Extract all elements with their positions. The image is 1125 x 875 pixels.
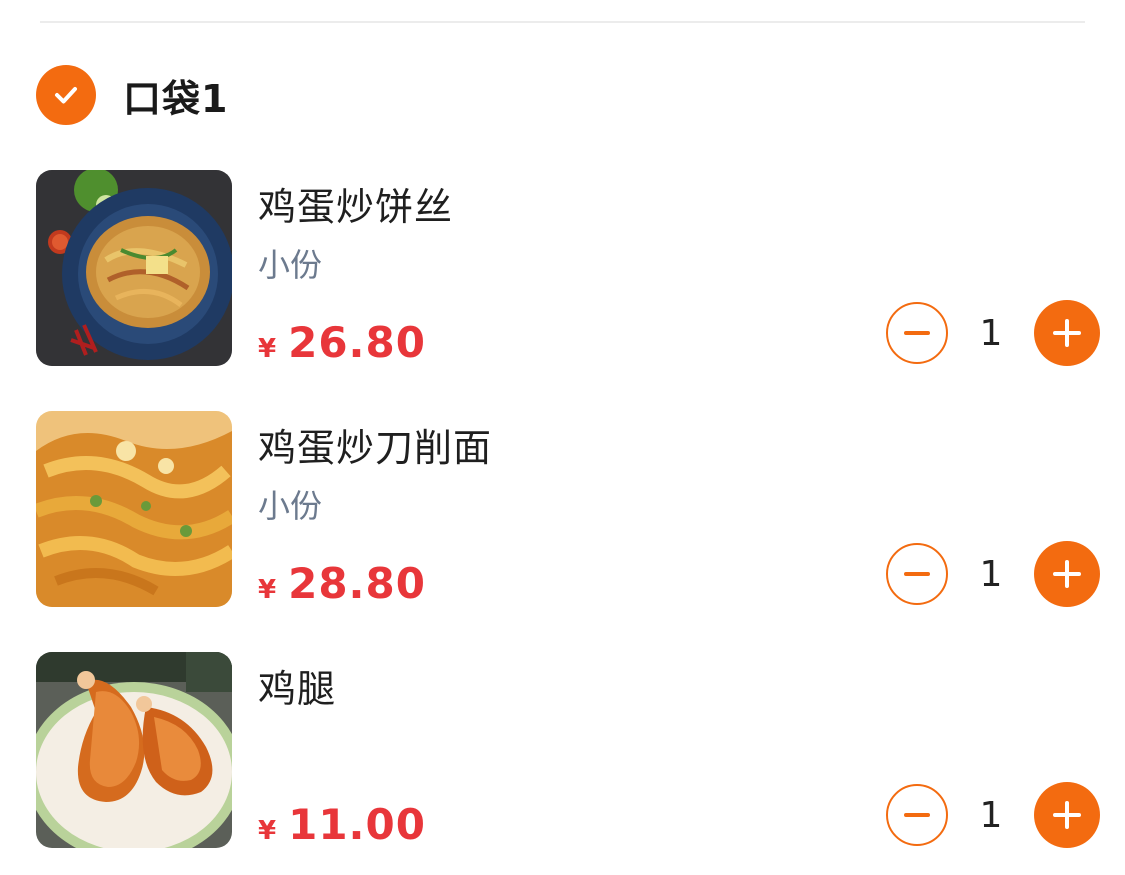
currency-symbol: ¥: [258, 334, 277, 364]
minus-icon: [904, 572, 930, 576]
price-amount: 26.80: [288, 318, 426, 367]
check-icon: [55, 87, 77, 104]
decrease-button[interactable]: [886, 543, 948, 605]
currency-symbol: ¥: [258, 575, 277, 605]
decrease-button[interactable]: [886, 302, 948, 364]
quantity-value: 1: [979, 794, 1003, 836]
bag-header: 口袋1: [36, 65, 228, 125]
cart-page: 口袋1 鸡蛋炒饼丝 小份 ¥ 26.80 1 鸡蛋炒刀削面 小份 ¥ 28.80…: [0, 0, 1125, 875]
cart-item: 鸡腿 ¥ 11.00 1: [36, 652, 1100, 849]
plus-icon: [1053, 560, 1081, 588]
item-price: ¥ 26.80: [258, 318, 426, 367]
quantity-stepper: 1: [886, 541, 1100, 607]
plus-icon: [1053, 801, 1081, 829]
minus-icon: [904, 813, 930, 817]
plus-icon: [1053, 319, 1081, 347]
price-amount: 28.80: [288, 559, 426, 608]
item-name: 鸡蛋炒饼丝: [258, 185, 454, 229]
item-image: [36, 411, 232, 607]
quantity-value: 1: [979, 312, 1003, 354]
price-amount: 11.00: [288, 800, 426, 849]
quantity-stepper: 1: [886, 782, 1100, 848]
minus-icon: [904, 331, 930, 335]
currency-symbol: ¥: [258, 816, 277, 846]
quantity-value: 1: [979, 553, 1003, 595]
item-spec: 小份: [258, 487, 323, 525]
increase-button[interactable]: [1034, 300, 1100, 366]
item-image: [36, 652, 232, 848]
item-image: [36, 170, 232, 366]
top-divider: [40, 21, 1085, 23]
item-name: 鸡蛋炒刀削面: [258, 426, 493, 470]
bag-select-checkbox[interactable]: [36, 65, 96, 125]
decrease-button[interactable]: [886, 784, 948, 846]
item-name: 鸡腿: [258, 667, 337, 711]
item-price: ¥ 28.80: [258, 559, 426, 608]
increase-button[interactable]: [1034, 782, 1100, 848]
increase-button[interactable]: [1034, 541, 1100, 607]
bag-title: 口袋1: [123, 76, 229, 121]
item-price: ¥ 11.00: [258, 800, 426, 849]
item-spec: 小份: [258, 246, 323, 284]
quantity-stepper: 1: [886, 300, 1100, 366]
cart-item: 鸡蛋炒饼丝 小份 ¥ 26.80 1: [36, 170, 1100, 367]
cart-item: 鸡蛋炒刀削面 小份 ¥ 28.80 1: [36, 411, 1100, 608]
